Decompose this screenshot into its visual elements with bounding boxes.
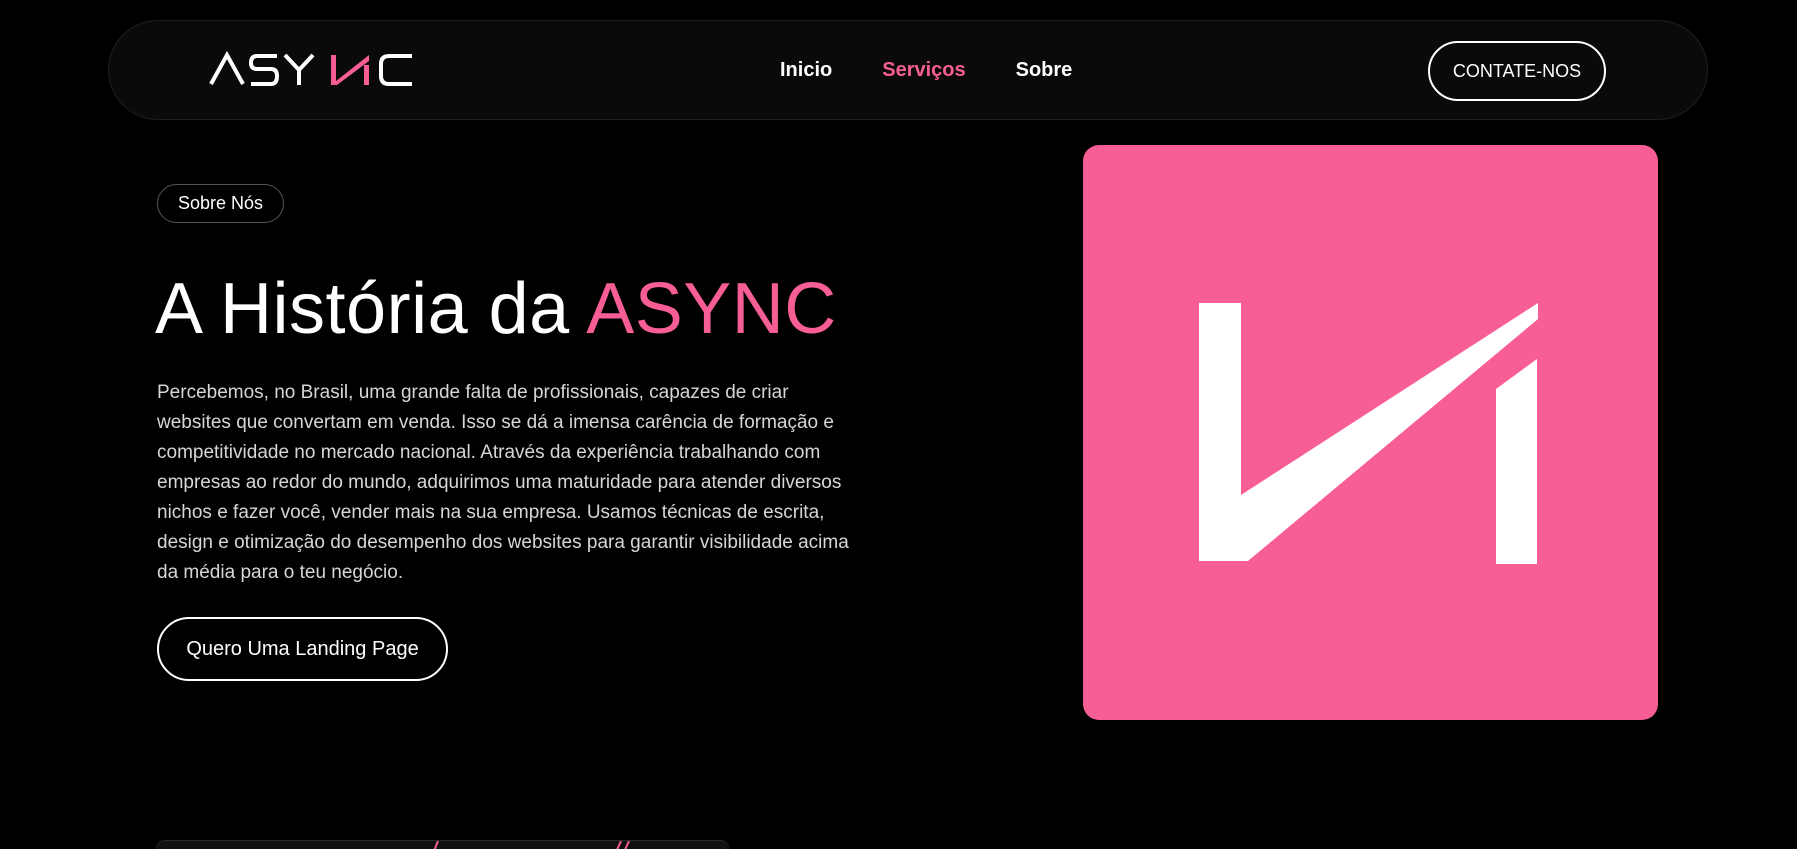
- about-description: Percebemos, no Brasil, uma grande falta …: [157, 382, 849, 583]
- async-logo[interactable]: [209, 50, 414, 89]
- top-navbar: Inicio Serviços Sobre CONTATE-NOS: [108, 20, 1708, 120]
- decorative-lines-icon: [433, 841, 630, 849]
- next-section-card: [155, 840, 730, 849]
- main-nav: Inicio Serviços Sobre: [780, 59, 1072, 82]
- nav-link-servicos[interactable]: Serviços: [882, 59, 965, 82]
- contact-button[interactable]: CONTATE-NOS: [1428, 41, 1606, 101]
- page-title-highlight: ASYNC: [586, 269, 837, 349]
- async-n-mark-icon: [1199, 303, 1538, 564]
- brand-card: [1083, 145, 1658, 720]
- page-title: A História da ASYNC: [155, 268, 837, 350]
- section-badge: Sobre Nós: [157, 184, 285, 223]
- page-title-prefix: A História da: [155, 269, 587, 349]
- nav-link-sobre[interactable]: Sobre: [1016, 59, 1073, 82]
- nav-link-inicio[interactable]: Inicio: [780, 59, 832, 82]
- landing-page-cta-button[interactable]: Quero Uma Landing Page: [157, 617, 448, 681]
- async-logo-icon: [209, 50, 412, 86]
